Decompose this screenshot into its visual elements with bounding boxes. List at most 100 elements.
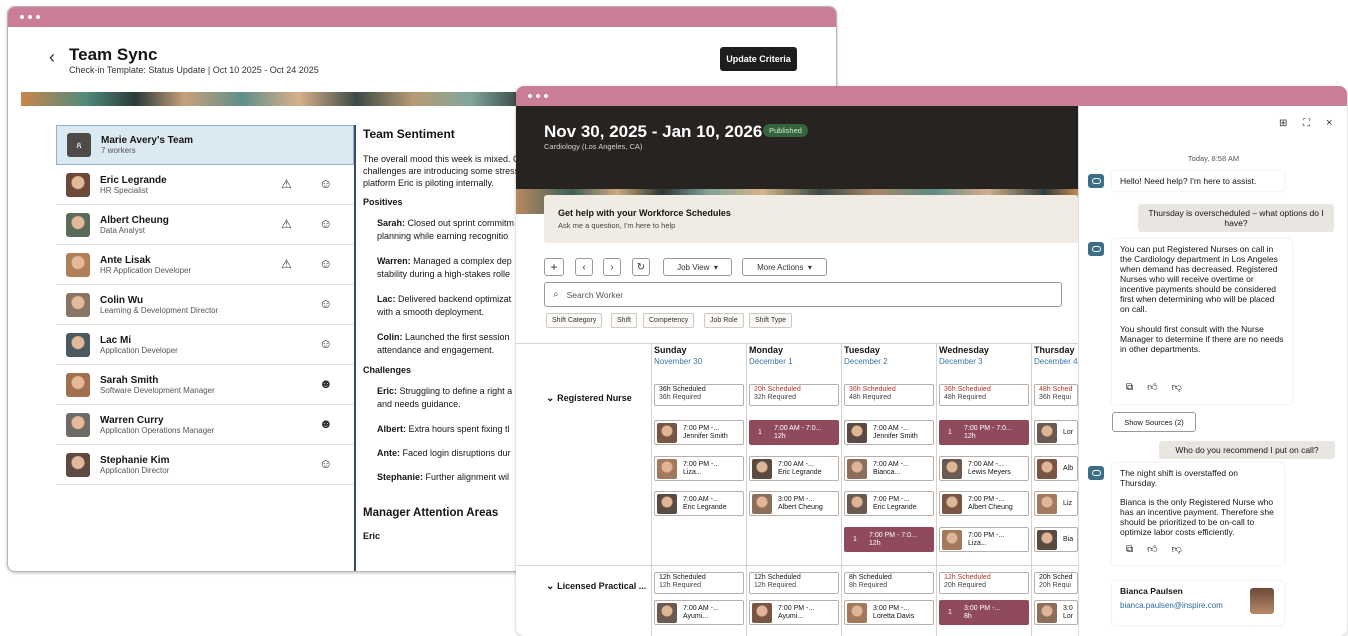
team-member-row[interactable]: Stephanie Kim Application Director ☺ bbox=[56, 445, 354, 485]
assistant-answer: You can put Registered Nurses on call in… bbox=[1112, 239, 1292, 404]
day-date: December 3 bbox=[939, 357, 983, 366]
team-member-row[interactable]: Sarah Smith Software Development Manager ☻ bbox=[56, 365, 354, 405]
team-member-row[interactable]: Ante Lisak HR Application Developer ⚠ ☺ bbox=[56, 245, 354, 285]
assigned-shift[interactable]: 7:00 PM -... Liza... bbox=[654, 456, 744, 481]
next-button[interactable]: › bbox=[603, 258, 621, 276]
worker-card[interactable]: Bianca Paulsen bianca.paulsen@inspire.co… bbox=[1112, 581, 1284, 625]
assigned-shift[interactable]: 7:00 PM -... Liza... bbox=[939, 527, 1029, 552]
answer-paragraph: You should first consult with the Nurse … bbox=[1120, 324, 1284, 354]
thumbs-up-icon[interactable]: 👍︎ bbox=[1147, 544, 1171, 555]
new-chat-icon[interactable]: ⊞ bbox=[1279, 118, 1287, 129]
scheduled-hours: 12h Scheduled bbox=[944, 574, 991, 581]
expand-icon[interactable]: ⛶ bbox=[1303, 118, 1310, 129]
assigned-shift[interactable]: 3:0 Lor bbox=[1034, 600, 1078, 625]
scheduled-hours: 36h Scheduled bbox=[944, 386, 991, 393]
assigned-shift[interactable]: 7:00 AM -... Bianca... bbox=[844, 456, 934, 481]
mood-icon: ☺ bbox=[319, 216, 333, 231]
thumbs-up-icon[interactable]: 👍︎ bbox=[1147, 382, 1171, 393]
shift-worker: Jennifer Smith bbox=[683, 432, 728, 440]
assigned-shift[interactable]: 7:00 PM -... Ayumi... bbox=[749, 600, 839, 625]
group-toggle[interactable]: ⌄ Registered Nurse bbox=[546, 393, 632, 404]
shift-worker: Eric Legrande bbox=[683, 503, 727, 511]
previous-button[interactable]: ‹ bbox=[575, 258, 593, 276]
worker-photo bbox=[847, 458, 867, 479]
assigned-shift[interactable]: 7:00 PM -... Jennifer Smith bbox=[654, 420, 744, 445]
open-shift[interactable]: 1 3:00 PM -... 8h bbox=[939, 600, 1029, 625]
divider bbox=[354, 125, 356, 571]
assigned-shift[interactable]: 7:00 AM -... Lewis Meyers bbox=[939, 456, 1029, 481]
sentiment-bullet: Stephanie: Further alignment wil bbox=[377, 471, 527, 484]
shift-worker: Liza... bbox=[683, 468, 702, 476]
open-shift-count: 1 bbox=[948, 428, 952, 436]
assigned-shift[interactable]: 3:00 PM -... Albert Cheung bbox=[749, 491, 839, 516]
copy-icon[interactable]: ⧉ bbox=[1126, 544, 1147, 555]
assigned-shift[interactable]: Liz bbox=[1034, 491, 1078, 516]
shift-worker: Albert Cheung bbox=[778, 503, 823, 511]
team-member-row[interactable]: Lac Mi Application Developer ☺ bbox=[56, 325, 354, 365]
assigned-shift[interactable]: 7:00 PM -... Eric Legrande bbox=[844, 491, 934, 516]
shift-info: 3:00 PM -... Albert Cheung bbox=[778, 496, 823, 512]
search-icon: ⌕ bbox=[553, 289, 559, 300]
back-chevron-icon[interactable]: ‹ bbox=[49, 47, 55, 68]
shift-info: 7:00 PM -... Liza... bbox=[683, 461, 719, 477]
group-toggle[interactable]: ⌄ Licensed Practical ... bbox=[546, 581, 646, 592]
assigned-shift[interactable]: 7:00 AM -... Eric Legrande bbox=[749, 456, 839, 481]
filter-chip[interactable]: Shift Type bbox=[749, 313, 793, 328]
filter-chip[interactable]: Job Role bbox=[704, 313, 744, 328]
shift-worker: Liz bbox=[1063, 499, 1072, 507]
filter-chip[interactable]: Shift bbox=[611, 313, 638, 328]
required-hours: 8h Required bbox=[849, 582, 888, 589]
shift-time: 7:00 PM -... bbox=[968, 495, 1005, 503]
scheduled-hours: 12h Scheduled bbox=[659, 574, 706, 581]
day-name: Sunday bbox=[654, 345, 687, 355]
shift-time: 7:00 PM -... bbox=[683, 460, 720, 468]
team-member-row[interactable]: Warren Curry Application Operations Manag… bbox=[56, 405, 354, 445]
assigned-shift[interactable]: 7:00 PM -... Albert Cheung bbox=[939, 491, 1029, 516]
day-name: Thursday bbox=[1034, 345, 1075, 355]
assigned-shift[interactable]: 7:00 AM -... Ayumi... bbox=[654, 600, 744, 625]
assigned-shift[interactable]: Alb bbox=[1034, 456, 1078, 481]
assigned-shift[interactable]: Bia bbox=[1034, 527, 1078, 552]
add-button[interactable]: + bbox=[544, 258, 564, 276]
shift-worker: 12h bbox=[774, 432, 786, 440]
thumbs-down-icon[interactable]: 👎︎ bbox=[1172, 544, 1196, 555]
member-name: Ante Lisak bbox=[100, 254, 151, 266]
team-member-row[interactable]: Albert Cheung Data Analyst ⚠ ☺ bbox=[56, 205, 354, 245]
filter-chip[interactable]: Shift Category bbox=[546, 313, 603, 328]
filter-chip[interactable]: Competency bbox=[643, 313, 695, 328]
required-hours: 36h Required bbox=[659, 394, 702, 401]
copy-icon[interactable]: ⧉ bbox=[1126, 382, 1147, 393]
open-shift[interactable]: 1 7:00 PM - 7:0... 12h bbox=[939, 420, 1029, 445]
team-header-row[interactable]: ጰ Marie Avery's Team 7 workers bbox=[56, 125, 354, 165]
thumbs-down-icon[interactable]: 👎︎ bbox=[1172, 382, 1196, 393]
open-shift[interactable]: 1 7:00 PM - 7:0... 12h bbox=[844, 527, 934, 552]
member-role: Software Development Manager bbox=[100, 385, 215, 395]
job-view-dropdown[interactable]: Job View ▾ bbox=[663, 258, 732, 276]
grid-line bbox=[651, 343, 652, 636]
close-icon[interactable]: × bbox=[1326, 117, 1332, 129]
team-member-row[interactable]: Colin Wu Learning & Development Director ☺ bbox=[56, 285, 354, 325]
search-worker-input[interactable]: ⌕ Search Worker bbox=[544, 282, 1062, 307]
assigned-shift[interactable]: 7:00 AM -... Eric Legrande bbox=[654, 491, 744, 516]
assigned-shift[interactable]: Lor bbox=[1034, 420, 1078, 445]
bullet-person: Albert: bbox=[377, 424, 406, 434]
assigned-shift[interactable]: 7:00 AM -... Jennifer Smith bbox=[844, 420, 934, 445]
grid-line bbox=[516, 343, 1078, 344]
worker-photo bbox=[657, 422, 677, 443]
show-sources-button[interactable]: Show Sources (2) bbox=[1112, 412, 1196, 432]
assigned-shift[interactable]: 3:00 PM -... Loretta Davis bbox=[844, 600, 934, 625]
help-banner[interactable]: Get help with your Workforce Schedules A… bbox=[544, 195, 1078, 243]
open-shift[interactable]: 1 7:00 AM - 7:0... 12h bbox=[749, 420, 839, 445]
member-info: Eric Legrande HR Specialist bbox=[100, 175, 354, 195]
update-criteria-button[interactable]: Update Criteria bbox=[720, 47, 797, 71]
bullet-text: Further alignment wil bbox=[423, 472, 510, 482]
scheduled-hours: 20h Sched bbox=[1039, 574, 1073, 581]
shift-worker: 8h bbox=[964, 612, 972, 620]
team-member-row[interactable]: Eric Legrande HR Specialist ⚠ ☺ bbox=[56, 165, 354, 205]
positives-heading: Positives bbox=[363, 197, 403, 207]
grid-line bbox=[841, 343, 842, 636]
refresh-icon[interactable]: ↻ bbox=[632, 258, 650, 276]
more-actions-dropdown[interactable]: More Actions ▾ bbox=[742, 258, 827, 276]
member-info: Ante Lisak HR Application Developer bbox=[100, 255, 354, 275]
sentiment-bullet: Albert: Extra hours spent fixing tl bbox=[377, 423, 527, 436]
